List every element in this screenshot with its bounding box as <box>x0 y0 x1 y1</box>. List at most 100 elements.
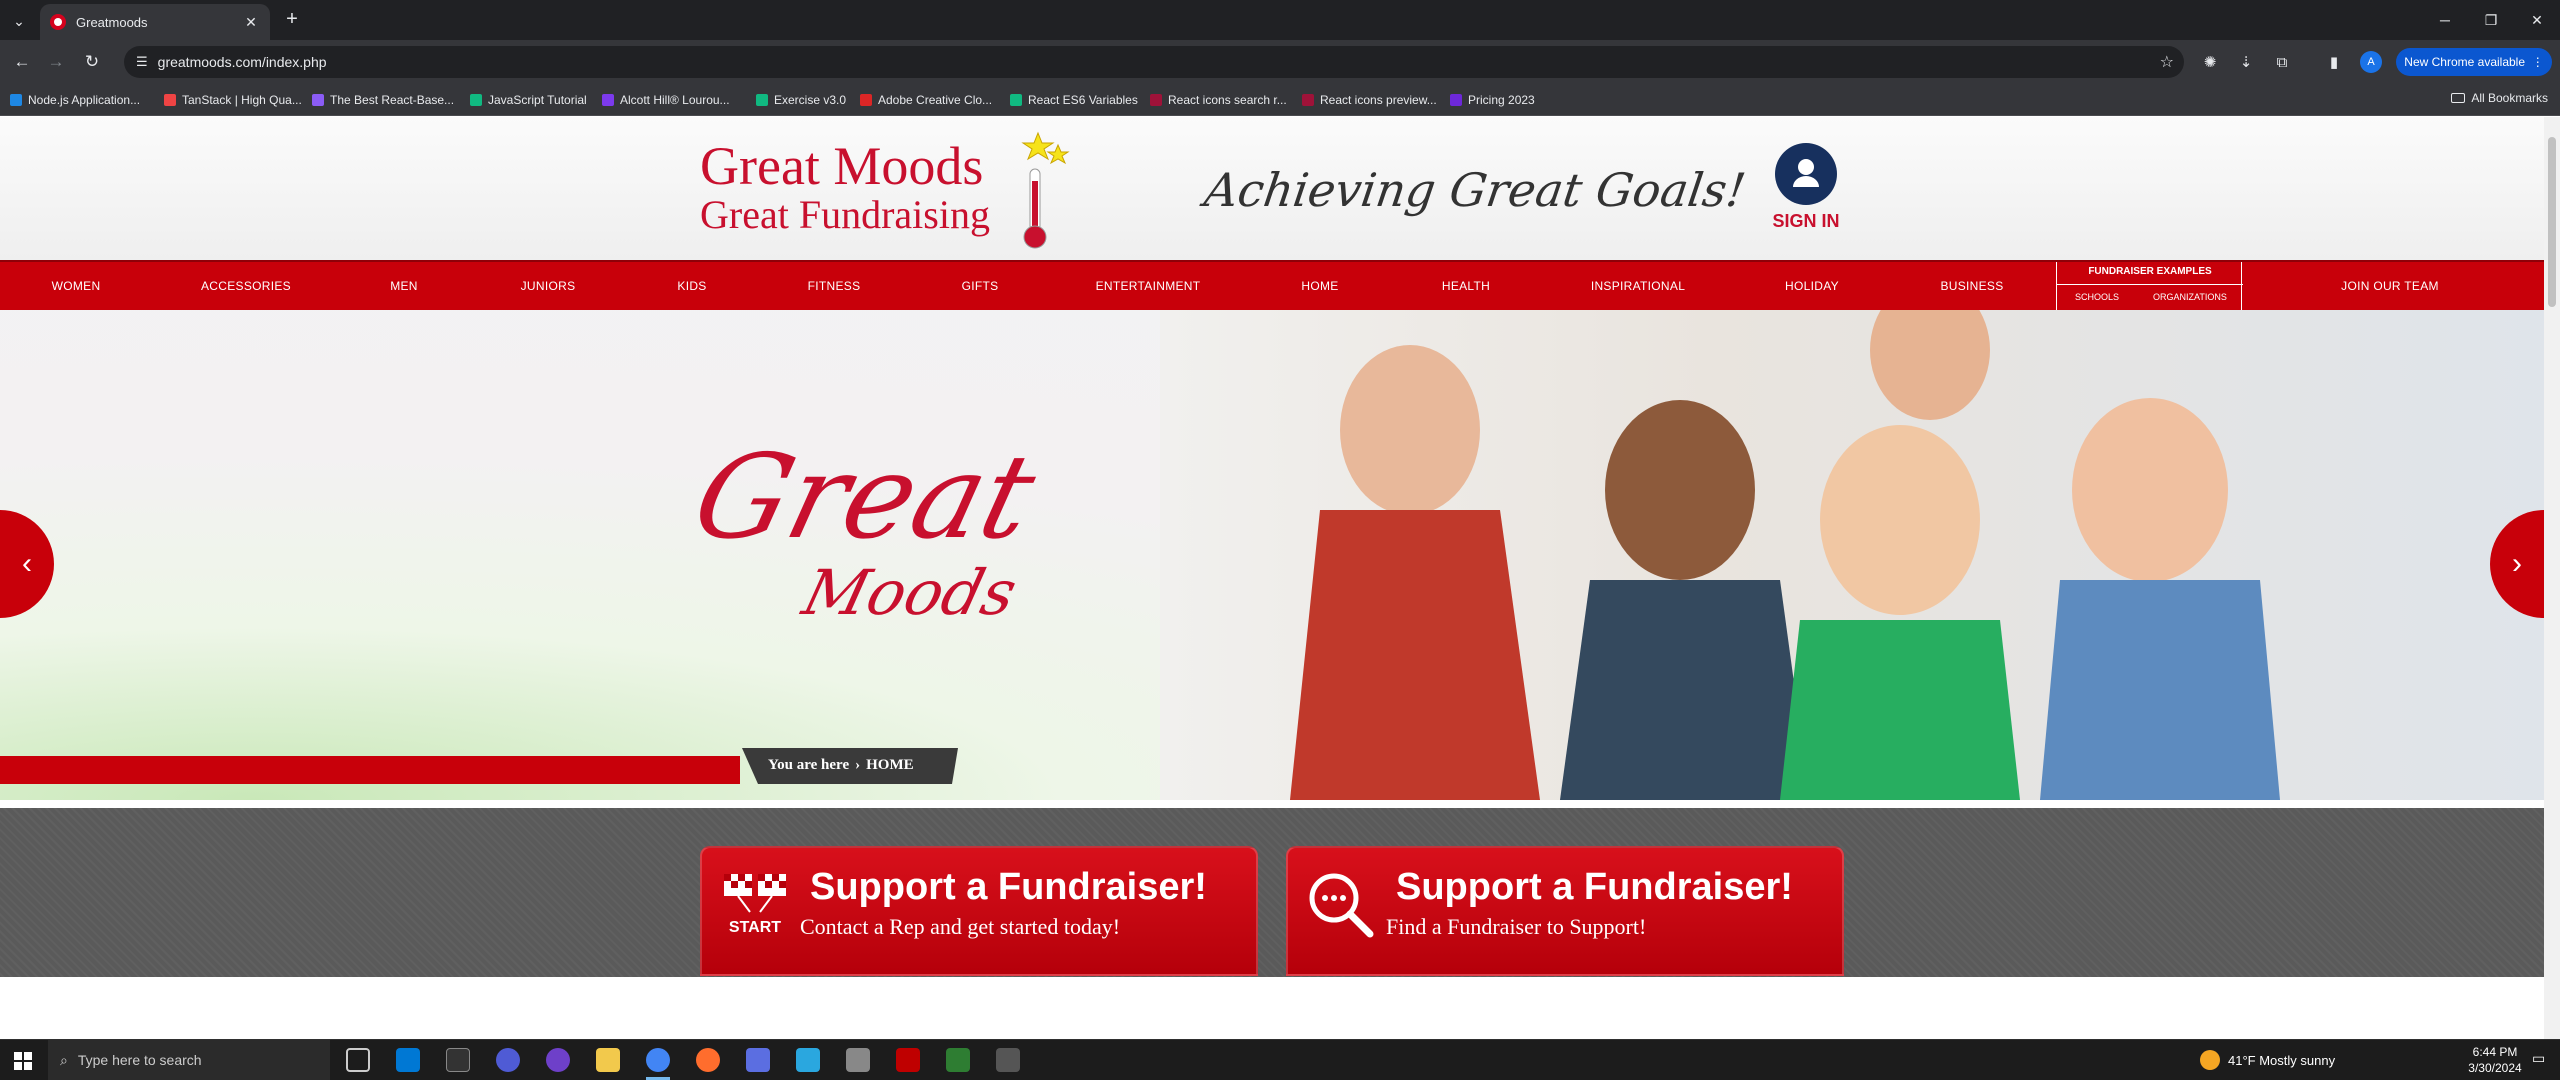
file-explorer-icon[interactable] <box>596 1048 620 1072</box>
breadcrumb-current[interactable]: HOME <box>866 757 914 774</box>
sign-in-button[interactable]: SIGN IN <box>1770 143 1842 232</box>
nav-item-inspirational[interactable]: INSPIRATIONAL <box>1568 262 1708 310</box>
nav-item-holiday[interactable]: HOLIDAY <box>1742 262 1882 310</box>
update-chrome-button[interactable]: New Chrome available ⋮ <box>2396 48 2552 76</box>
bookmark-item[interactable]: The Best React-Base... <box>312 91 454 109</box>
nav-item-join-our-team[interactable]: JOIN OUR TEAM <box>2300 262 2480 310</box>
nav-item-gifts[interactable]: GIFTS <box>910 262 1050 310</box>
bookmark-item[interactable]: Pricing 2023 <box>1450 91 1535 109</box>
bookmarks-bar: All Bookmarks Node.js Application... TanS… <box>0 84 2560 116</box>
browser-toolbar: ← → ↻ ☰ greatmoods.com/index.php ☆ ✺ ⇣ ⧉… <box>0 40 2560 84</box>
restore-icon[interactable]: ❐ <box>2468 0 2514 40</box>
bookmark-item[interactable]: TanStack | High Qua... <box>164 91 302 109</box>
taskbar-search-placeholder: Type here to search <box>77 1052 202 1068</box>
nav-item-schools[interactable]: SCHOOLS <box>2075 292 2119 302</box>
bookmark-item[interactable]: React icons preview... <box>1302 91 1437 109</box>
windows-start-icon[interactable] <box>14 1052 32 1070</box>
weather-widget[interactable]: 41°F Mostly sunny <box>2200 1050 2335 1070</box>
breadcrumb: You are here › HOME <box>0 748 2544 784</box>
windows-taskbar: ⌕ Type here to search 41°F Mostly sunny … <box>0 1039 2560 1080</box>
bookmark-label: JavaScript Tutorial <box>488 93 587 107</box>
vscode-icon[interactable] <box>396 1048 420 1072</box>
bookmark-favicon-icon <box>1010 94 1022 106</box>
nav-item-business[interactable]: BUSINESS <box>1902 262 2042 310</box>
bookmark-star-icon[interactable]: ☆ <box>2160 52 2174 72</box>
nav-item-kids[interactable]: KIDS <box>622 262 762 310</box>
great-moods-logo[interactable]: Great Moods Great Fundraising <box>700 131 1070 251</box>
hero-title: Great <box>681 430 1048 565</box>
terminal-icon[interactable] <box>446 1048 470 1072</box>
nav-item-health[interactable]: HEALTH <box>1396 262 1536 310</box>
bookmark-favicon-icon <box>1302 94 1314 106</box>
forward-icon[interactable]: → <box>42 48 70 76</box>
nav-item-fitness[interactable]: FITNESS <box>764 262 904 310</box>
thermometer-stars-icon <box>1021 131 1070 249</box>
page-content-area <box>0 977 2544 1039</box>
downloads-icon[interactable]: ⇣ <box>2234 50 2258 74</box>
github-desktop-icon[interactable] <box>546 1048 570 1072</box>
chevron-left-icon: ‹ <box>22 547 32 580</box>
close-window-icon[interactable]: ✕ <box>2514 0 2560 40</box>
close-tab-icon[interactable]: ✕ <box>242 14 260 31</box>
nav-item-accessories[interactable]: ACCESSORIES <box>176 262 316 310</box>
url-text[interactable]: greatmoods.com/index.php <box>158 54 327 70</box>
extensions-puzzle-icon[interactable]: ⧉ <box>2270 50 2294 74</box>
nav-item-women[interactable]: WOMEN <box>6 262 146 310</box>
all-bookmarks-button[interactable]: All Bookmarks <box>2451 91 2548 105</box>
reload-icon[interactable]: ↻ <box>78 48 106 76</box>
nav-item-entertainment[interactable]: ENTERTAINMENT <box>1078 262 1218 310</box>
nav-item-home[interactable]: HOME <box>1250 262 1390 310</box>
postman-icon[interactable] <box>696 1048 720 1072</box>
extension-icon[interactable]: ✺ <box>2198 50 2222 74</box>
scrollbar-thumb[interactable] <box>2548 137 2556 307</box>
sign-in-label: SIGN IN <box>1772 211 1840 231</box>
tab-search-icon[interactable]: ⌄ <box>6 8 32 34</box>
side-panel-icon[interactable]: ▮ <box>2322 50 2346 74</box>
chrome-icon[interactable] <box>646 1048 670 1072</box>
cta-title: Support a Fundraiser! <box>810 866 1207 908</box>
bookmark-item[interactable]: React icons search r... <box>1150 91 1287 109</box>
photos-icon[interactable] <box>846 1048 870 1072</box>
bookmark-label: Node.js Application... <box>28 93 141 107</box>
bookmark-item[interactable]: Alcott Hill® Lourou... <box>602 91 730 109</box>
bookmark-item[interactable]: React ES6 Variables <box>1010 91 1138 109</box>
clock[interactable]: 6:44 PM 3/30/2024 <box>2460 1044 2530 1076</box>
bookmark-item[interactable]: Node.js Application... <box>10 91 140 109</box>
site-info-icon[interactable]: ☰ <box>136 54 148 70</box>
bookmark-favicon-icon <box>1150 94 1162 106</box>
browser-tab[interactable]: Greatmoods ✕ <box>40 4 270 40</box>
main-nav: FUNDRAISER EXAMPLES SCHOOLS ORGANIZATION… <box>0 260 2544 310</box>
bookmark-item[interactable]: Exercise v3.0 <box>756 91 846 109</box>
7zip-icon[interactable] <box>996 1048 1020 1072</box>
back-icon[interactable]: ← <box>8 48 36 76</box>
cloud-app-icon[interactable] <box>796 1048 820 1072</box>
start-fundraiser-button[interactable]: START Support a Fundraiser! Contact a Re… <box>700 846 1258 976</box>
breadcrumb-red-bar <box>0 756 740 784</box>
slider-prev-button[interactable]: ‹ <box>0 510 54 618</box>
notification-icon[interactable]: ▭ <box>2532 1050 2552 1070</box>
new-tab-icon[interactable]: + <box>280 8 304 32</box>
notepad-plus-icon[interactable] <box>946 1048 970 1072</box>
clock-time: 6:44 PM <box>2472 1045 2518 1059</box>
page-scrollbar[interactable] <box>2544 117 2560 1039</box>
minimize-icon[interactable]: ─ <box>2422 0 2468 40</box>
fundraiser-examples-title[interactable]: FUNDRAISER EXAMPLES <box>2057 266 2243 277</box>
nav-item-men[interactable]: MEN <box>334 262 474 310</box>
task-view-icon[interactable] <box>346 1048 370 1072</box>
taskbar-search[interactable]: ⌕ Type here to search <box>48 1040 330 1080</box>
bookmark-label: Pricing 2023 <box>1468 93 1535 107</box>
find-fundraiser-button[interactable]: Support a Fundraiser! Find a Fundraiser … <box>1286 846 1844 976</box>
nav-item-juniors[interactable]: JUNIORS <box>478 262 618 310</box>
address-bar[interactable]: ☰ greatmoods.com/index.php ☆ <box>124 46 2184 78</box>
bookmark-favicon-icon <box>860 94 872 106</box>
tab-strip: ⌄ Greatmoods ✕ + ─ ❐ ✕ <box>0 0 2560 40</box>
bookmark-item[interactable]: Adobe Creative Clo... <box>860 91 992 109</box>
app-icon-2[interactable] <box>746 1048 770 1072</box>
app-icon[interactable] <box>496 1048 520 1072</box>
fundraiser-examples-menu[interactable]: FUNDRAISER EXAMPLES SCHOOLS ORGANIZATION… <box>2056 262 2243 310</box>
nav-item-organizations[interactable]: ORGANIZATIONS <box>2153 292 2227 302</box>
bookmark-item[interactable]: JavaScript Tutorial <box>470 91 587 109</box>
profile-avatar[interactable]: A <box>2360 51 2382 73</box>
bookmark-favicon-icon <box>756 94 768 106</box>
filezilla-icon[interactable] <box>896 1048 920 1072</box>
